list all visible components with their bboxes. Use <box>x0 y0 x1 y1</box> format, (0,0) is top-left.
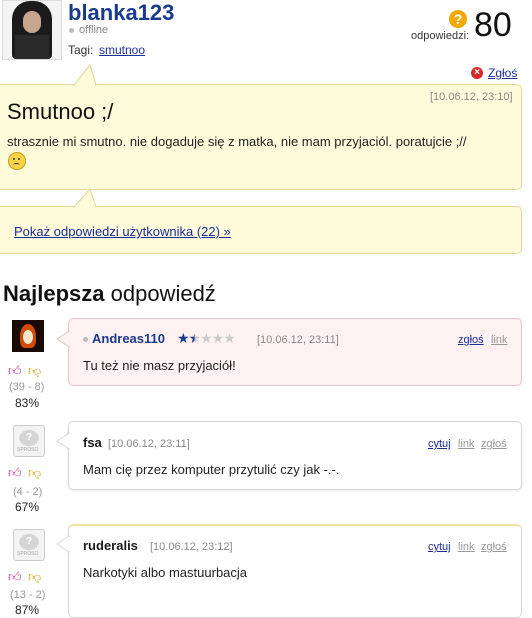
answer-avatar[interactable] <box>12 320 44 352</box>
best-answer-heading-rest: odpowiedź <box>104 281 216 306</box>
answer-text: Tu też nie masz przyjaciół! <box>83 358 236 373</box>
answer-date: [10.06.12, 23:11] <box>257 334 339 346</box>
answer-box <box>68 421 522 490</box>
answer-text: Mam cię przez komputer przytulić czy jak… <box>83 462 340 477</box>
question-body: strasznie mi smutno. nie dogaduje się z … <box>7 134 467 149</box>
thumb-down-icon[interactable]: 👎︎ <box>28 466 42 480</box>
quote-link[interactable]: cytuj <box>428 541 451 553</box>
thumb-up-icon[interactable]: 👍︎ <box>8 570 22 584</box>
thumb-up-icon[interactable]: 👍︎ <box>8 466 22 480</box>
tag-link[interactable]: smutnoo <box>99 43 145 57</box>
report-link[interactable]: zgłoś <box>458 334 484 346</box>
vote-score: (13 - 2) <box>10 589 46 601</box>
vote-percent: 83% <box>15 396 40 410</box>
answer-date: [10.06.12, 23:12] <box>150 541 233 553</box>
report-link[interactable]: zgłoś <box>481 438 507 450</box>
speech-tail <box>72 188 97 208</box>
tags-label: Tagi: <box>68 43 94 57</box>
vote-score: (4 - 2) <box>13 486 43 498</box>
answer-username[interactable]: fsa <box>83 435 102 450</box>
answer-box-best <box>68 318 522 386</box>
speech-tail <box>56 432 70 450</box>
status-dot-icon <box>83 337 88 342</box>
answer-text: Narkotyki albo mastuurbacja <box>83 565 248 580</box>
quote-link[interactable]: cytuj <box>428 438 451 450</box>
status-dot-icon <box>69 28 74 33</box>
status-text: offline <box>79 24 109 36</box>
answer-date: [10.06.12, 23:11] <box>108 438 190 450</box>
answer-username[interactable]: Andreas110 <box>92 331 165 346</box>
report-link[interactable]: zgłoś <box>481 541 507 553</box>
thumb-up-icon[interactable]: 👍︎ <box>8 364 22 378</box>
question-title: Smutnoo ;/ <box>7 99 114 124</box>
thumb-down-icon[interactable]: 👎︎ <box>28 364 42 378</box>
thumb-down-icon[interactable]: 👎︎ <box>28 570 42 584</box>
speech-tail <box>56 535 70 553</box>
vote-percent: 67% <box>15 500 40 514</box>
sad-face-icon <box>8 152 26 170</box>
best-answer-heading: Najlepsza odpowiedź <box>3 281 216 307</box>
permalink-link[interactable]: link <box>458 438 475 450</box>
vote-score: (39 - 8) <box>9 381 45 393</box>
speech-tail <box>56 330 70 348</box>
answer-username[interactable]: ruderalis <box>83 538 138 553</box>
question-date: [10.06.12, 23:10] <box>430 91 513 103</box>
username[interactable]: blanka123 <box>68 0 174 26</box>
permalink-link[interactable]: link <box>458 541 475 553</box>
answers-label: odpowiedzi: <box>411 30 470 42</box>
permalink-link[interactable]: link <box>491 334 508 346</box>
user-avatar[interactable] <box>2 0 62 60</box>
answers-count: 80 <box>474 6 512 44</box>
question-icon: ? <box>449 10 467 28</box>
best-answer-heading-bold: Najlepsza <box>3 281 105 306</box>
show-user-answers-link[interactable]: Pokaż odpowiedzi użytkownika (22) » <box>14 224 231 239</box>
speech-tail-overlay <box>72 64 97 86</box>
rating-stars: ★★★★★ <box>177 330 236 346</box>
answer-avatar[interactable]: ? SPROSO <box>13 529 45 561</box>
report-link[interactable]: Zgłoś <box>488 66 517 80</box>
answer-avatar[interactable]: ? SPROSO <box>13 425 45 457</box>
close-icon[interactable]: × <box>471 67 483 79</box>
